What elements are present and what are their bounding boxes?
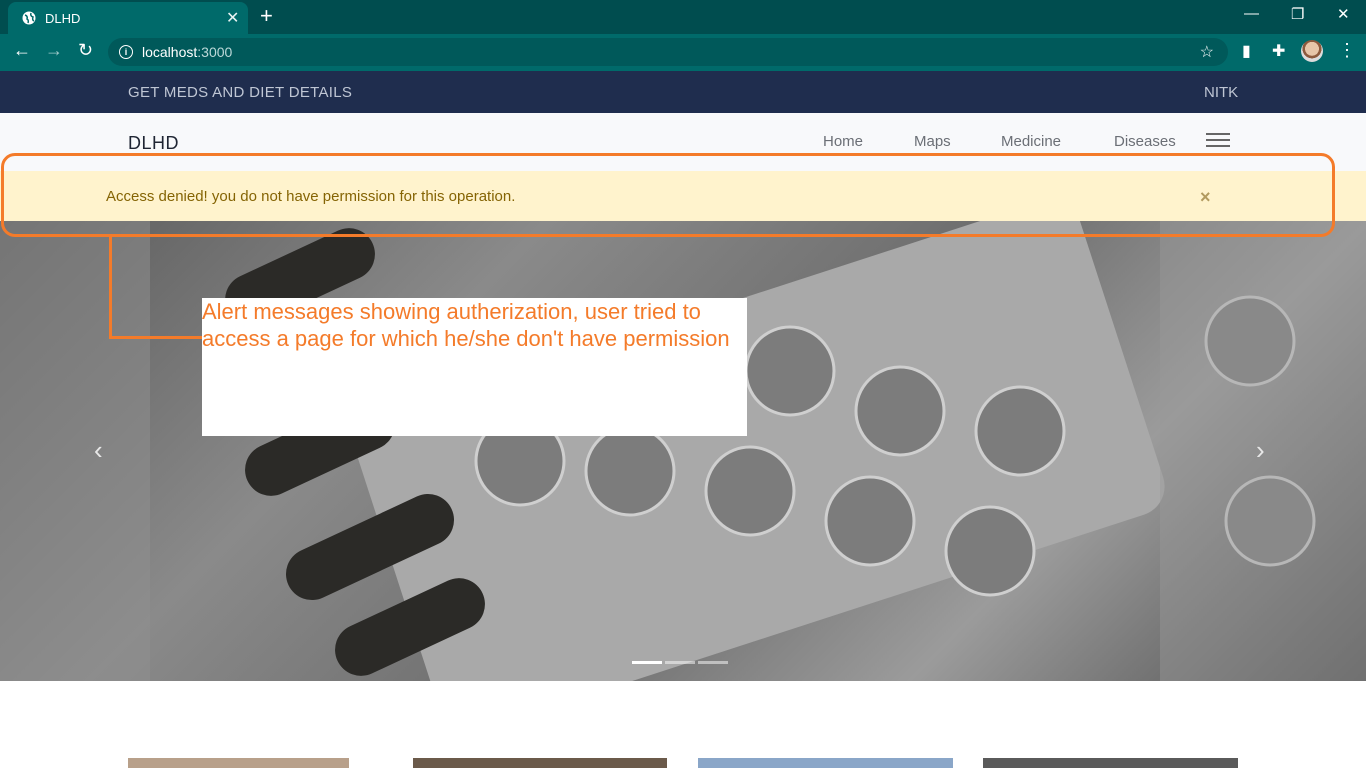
browser-toolbar: ← → ↻ i localhost:3000 ☆ ▮ ✚ ⋮: [0, 34, 1366, 71]
nav-medicine[interactable]: Medicine: [1001, 133, 1061, 150]
restore-icon[interactable]: ❐: [1291, 5, 1304, 23]
avatar[interactable]: [1301, 40, 1323, 62]
puzzle-icon[interactable]: ✚: [1272, 41, 1285, 61]
browser-tabstrip: DLHD ✕ + — ❐ ✕: [0, 0, 1366, 34]
carousel-indicator[interactable]: [665, 661, 695, 664]
menu-icon[interactable]: ⋮: [1338, 40, 1356, 61]
card-image[interactable]: [128, 758, 349, 768]
carousel-indicator[interactable]: [698, 661, 728, 664]
hamburger-icon[interactable]: [1206, 133, 1230, 147]
tab-title: DLHD: [45, 11, 81, 26]
topbar-org[interactable]: NITK: [1204, 84, 1238, 101]
star-icon[interactable]: ☆: [1200, 42, 1214, 62]
extension-icon[interactable]: ▮: [1242, 41, 1251, 61]
info-icon[interactable]: i: [119, 45, 133, 59]
carousel-next-icon[interactable]: ›: [1256, 435, 1265, 466]
card-image[interactable]: [983, 758, 1238, 768]
nav-home[interactable]: Home: [823, 133, 863, 150]
nav-maps[interactable]: Maps: [914, 133, 951, 150]
plus-icon[interactable]: +: [260, 4, 273, 28]
site-topbar: GET MEDS AND DIET DETAILS NITK: [0, 71, 1366, 113]
card-image[interactable]: [698, 758, 953, 768]
window-close-icon[interactable]: ✕: [1337, 5, 1350, 23]
address-bar[interactable]: i localhost:3000 ☆: [108, 38, 1228, 66]
annotation-connector: [109, 237, 112, 338]
close-icon[interactable]: ✕: [226, 8, 239, 28]
pills-image: [0, 221, 1366, 681]
card-image[interactable]: [413, 758, 667, 768]
forward-icon[interactable]: →: [45, 40, 63, 61]
reload-icon[interactable]: ↻: [78, 40, 93, 61]
annotation-highlight: [1, 153, 1335, 237]
carousel-prev-icon[interactable]: ‹: [94, 435, 103, 466]
brand-logo[interactable]: DLHD: [128, 133, 179, 154]
carousel-indicators[interactable]: [632, 651, 731, 669]
carousel-indicator[interactable]: [632, 661, 662, 664]
topbar-tagline: GET MEDS AND DIET DETAILS: [128, 84, 353, 101]
minimize-icon[interactable]: —: [1244, 5, 1259, 22]
url-text[interactable]: localhost:3000: [142, 44, 232, 60]
annotation-note: Alert messages showing autherization, us…: [202, 298, 747, 436]
globe-icon: [22, 11, 36, 25]
hero-carousel: ‹ ›: [0, 221, 1366, 681]
back-icon[interactable]: ←: [13, 40, 31, 61]
card-strip: [0, 758, 1366, 768]
nav-diseases[interactable]: Diseases: [1114, 133, 1176, 150]
annotation-connector: [109, 336, 202, 339]
browser-tab[interactable]: DLHD ✕: [8, 2, 248, 34]
